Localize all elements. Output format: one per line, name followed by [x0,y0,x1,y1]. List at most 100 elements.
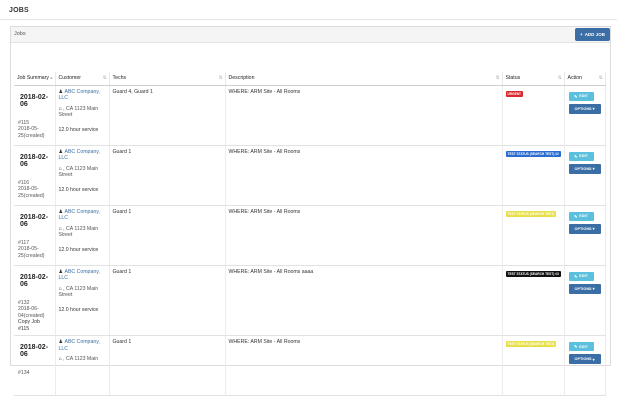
column-header-action[interactable]: Action ⇅ [564,72,606,86]
edit-button[interactable]: ✎ EDIT [568,151,594,161]
options-button[interactable]: OPTIONS ▾ [568,283,601,294]
column-header-job-summary[interactable]: Job Summary ▴ [14,72,56,86]
edit-button[interactable]: ✎ EDIT [568,342,594,351]
options-button[interactable]: OPTIONS ▾ [568,163,601,174]
status-badge: TEST STATUS (SEARCH TEST) [505,210,557,217]
techs-cell: Guard 1 [109,265,226,336]
customer-link[interactable]: ♟ ABC Company, LLC [59,89,106,102]
table-row[interactable]: 2018-02-06 #116 2018-05- 25(created) ♟ AB… [14,145,606,206]
job-date: 2018-02-06 [20,93,49,108]
sort-icon: ⇅ [218,75,223,80]
column-header-description[interactable]: Description ⇅ [225,72,503,86]
status-cell: URGENT [502,85,565,146]
action-cell: ✎ EDIT OPTIONS ▾ [564,265,606,336]
add-job-label: ADD JOB [584,32,605,37]
caret-down-icon: ▾ [592,357,595,362]
description-cell: WHERE: ARM Site - All Rooms [225,205,503,266]
description-cell: WHERE: ARM Site - All Rooms [225,145,503,206]
customer-cell: ♟ ABC Company, LLC ⌂ , CA 1123 Main Street … [55,265,110,336]
service-hours: 12.0 hour service [58,186,99,193]
customer-link[interactable]: ♟ ABC Company, LLC [59,149,106,162]
status-badge: TEST STATUS (SEARCH TEST) #3 [505,270,561,277]
created-label: 25(created) [18,132,45,139]
column-header-status[interactable]: Status ⇅ [502,72,565,86]
service-hours: 12.0 hour service [58,306,99,313]
status-cell: TEST STATUS (SEARCH TEST) [502,205,565,266]
service-hours: 12.0 hour service [58,126,99,133]
person-icon: ♟ [58,88,63,95]
job-extra: Copy Job #115 [18,319,40,332]
edit-button[interactable]: ✎ EDIT [568,211,594,221]
status-cell: TEST STATUS (SEARCH TEST) #2 [502,145,565,206]
techs-cell: Guard 1 [109,205,226,266]
column-header-customer[interactable]: Customer ⇅ [55,72,110,86]
job-meta: #115 2018-05- 25(created) [18,120,52,140]
status-badge: URGENT [505,90,523,97]
status-cell: TEST STATUS (SEARCH TEST) #3 [502,265,565,336]
job-meta: #132 2018-06- 04(created) Copy Job #115 [18,300,52,333]
table-row[interactable]: 2018-02-06 #117 2018-05- 25(created) ♟ AB… [14,205,606,266]
service-hours: 12.0 hour service [58,246,99,253]
home-icon: ⌂ [58,356,62,362]
caret-down-icon: ▾ [592,167,595,171]
caret-down-icon: ▾ [592,227,595,231]
customer-link[interactable]: ♟ ABC Company, LLC [59,339,106,352]
techs-cell: Guard 1 [109,335,226,396]
job-summary-cell: 2018-02-06 #134 [14,335,56,396]
panel-title: Jobs [14,31,26,37]
add-job-button[interactable]: + ADD JOB [575,28,610,41]
column-header-techs[interactable]: Techs ⇅ [109,72,226,86]
status-badge: TEST STATUS (SEARCH TEST) #2 [505,150,561,157]
sort-icon: ⇅ [557,75,562,80]
sort-icon: ⇅ [598,75,603,80]
customer-address: ⌂ , CA 1123 Main Street [58,225,99,239]
customer-cell: ♟ ABC Company, LLC ⌂ , CA 1123 Main Street … [55,85,110,146]
edit-button[interactable]: ✎ EDIT [568,91,594,101]
home-icon: ⌂ [58,105,62,112]
sort-icon: ⇅ [495,75,500,80]
job-meta: #134 [18,370,52,377]
options-button[interactable]: OPTIONS ▾ [568,223,601,234]
description-cell: WHERE: ARM Site - All Rooms aaaa [225,265,503,336]
status-badge: TEST STATUS (SEARCH TEST) [505,341,557,347]
table-row[interactable]: 2018-02-06 #132 2018-06- 04(created) Cop… [14,265,606,336]
created-label: 25(created) [18,252,45,259]
description-cell: WHERE: ARM Site - All Rooms [225,335,503,396]
edit-button[interactable]: ✎ EDIT [568,271,594,281]
customer-address: ⌂ , CA 1123 Main Street [58,165,99,179]
action-cell: ✎ EDIT OPTIONS ▾ [564,85,606,146]
options-button[interactable]: OPTIONS ▾ [568,354,601,364]
created-label: 25(created) [18,192,45,199]
edit-icon: ✎ [574,345,578,349]
caret-down-icon: ▾ [592,107,595,111]
edit-icon: ✎ [574,274,578,279]
home-icon: ⌂ [58,165,62,172]
techs-cell: Guard 1 [109,145,226,206]
action-cell: ✎ EDIT OPTIONS ▾ [564,335,606,396]
sort-icon: ⇅ [102,75,107,80]
customer-cell: ♟ ABC Company, LLC ⌂ , CA 1123 Main [55,335,110,396]
caret-down-icon: ▾ [592,287,595,291]
title-divider [0,19,617,20]
job-number: #134 [18,370,30,376]
person-icon: ♟ [58,208,63,215]
job-summary-cell: 2018-02-06 #116 2018-05- 25(created) [14,145,56,206]
customer-address: ⌂ , CA 1123 Main Street [58,105,99,119]
job-summary-cell: 2018-02-06 #132 2018-06- 04(created) Cop… [14,265,56,336]
plus-icon: + [580,32,583,37]
customer-link[interactable]: ♟ ABC Company, LLC [59,209,106,222]
options-button[interactable]: OPTIONS ▾ [568,103,601,114]
person-icon: ♟ [58,339,63,345]
edit-icon: ✎ [574,154,578,159]
table-row[interactable]: 2018-02-06 #134 ♟ ABC Company, LLC ⌂ , CA … [14,335,606,396]
job-date: 2018-02-06 [20,273,49,288]
jobs-table: Job Summary ▴ Customer ⇅ Techs ⇅ Descriptio… [14,72,606,396]
home-icon: ⌂ [58,225,62,232]
customer-cell: ♟ ABC Company, LLC ⌂ , CA 1123 Main Street … [55,205,110,266]
job-date: 2018-02-06 [20,213,49,228]
table-row[interactable]: 2018-02-06 #115 2018-05- 25(created) ♟ AB… [14,85,606,146]
customer-link[interactable]: ♟ ABC Company, LLC [59,269,106,282]
sort-asc-icon: ▴ [50,75,53,80]
customer-cell: ♟ ABC Company, LLC ⌂ , CA 1123 Main Street … [55,145,110,206]
panel-header: Jobs + ADD JOB [11,27,610,43]
